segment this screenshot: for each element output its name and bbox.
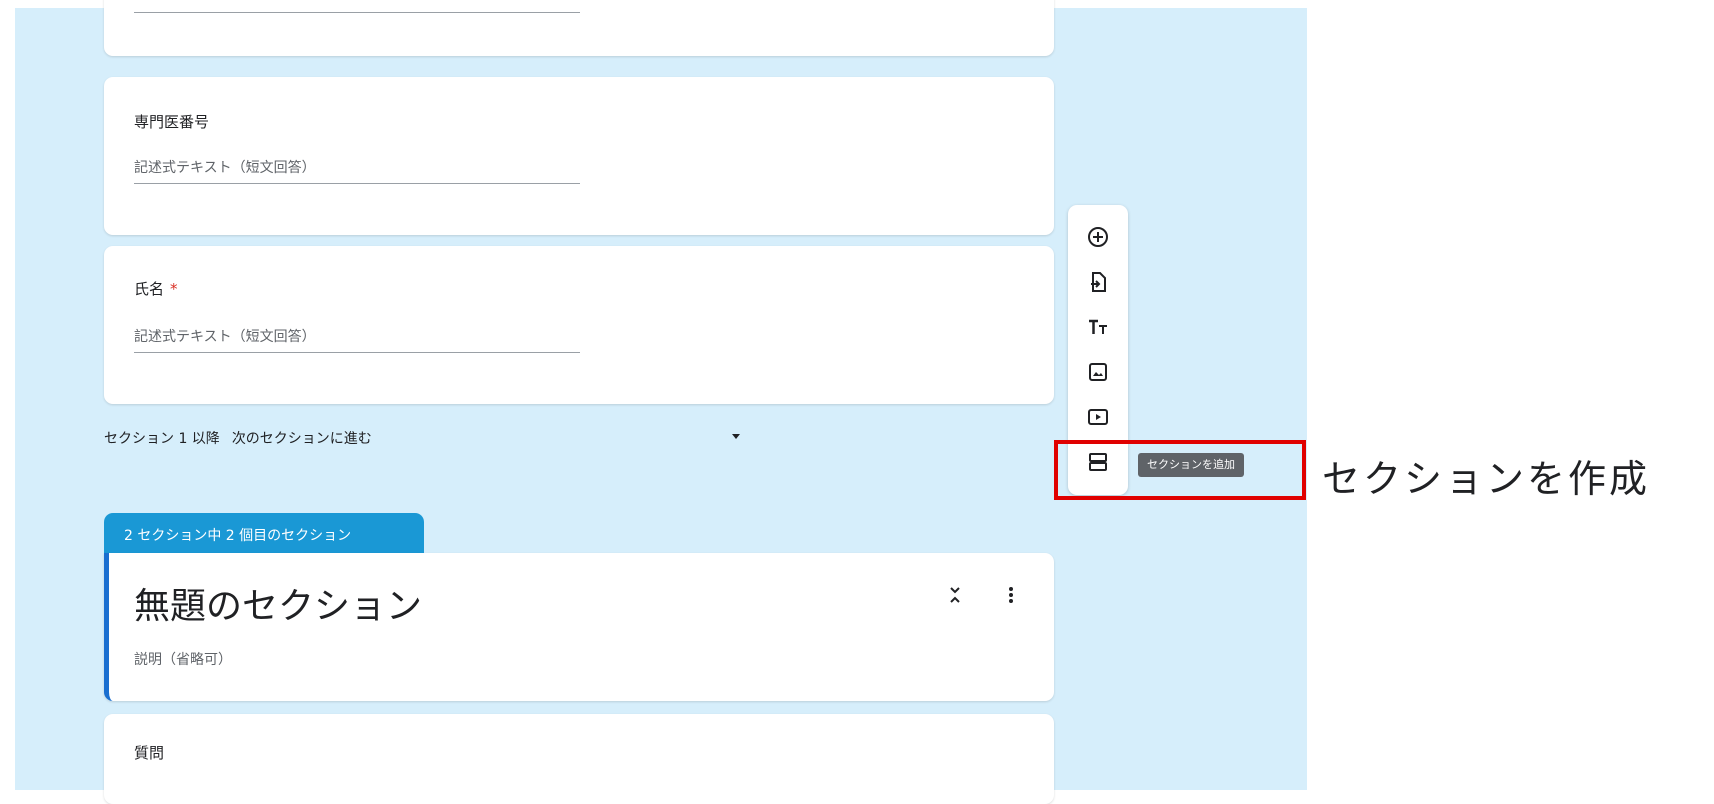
after-section-navigation[interactable]: セクション 1 以降 次のセクションに進む xyxy=(104,428,372,448)
add-title-button[interactable] xyxy=(1080,309,1116,345)
question-card-untitled[interactable]: 質問 xyxy=(104,714,1054,804)
add-video-button[interactable] xyxy=(1080,399,1116,435)
add-title-icon xyxy=(1089,319,1107,334)
collapse-section-icon[interactable] xyxy=(947,583,963,607)
after-section-label: セクション 1 以降 xyxy=(104,431,220,447)
add-image-icon xyxy=(1089,363,1107,381)
short-answer-field: 記述式テキスト（短文回答） xyxy=(134,326,580,353)
more-options-icon[interactable] xyxy=(1003,583,1019,607)
highlight-box xyxy=(1054,440,1306,500)
import-questions-icon xyxy=(1091,272,1106,292)
add-question-button[interactable] xyxy=(1080,219,1116,255)
question-title: 質問 xyxy=(134,744,165,762)
question-title: 専門医番号 xyxy=(134,113,210,131)
question-title: 氏名 * xyxy=(134,278,178,299)
section-title[interactable]: 無題のセクション xyxy=(134,577,422,629)
callout-label: セクションを作成 xyxy=(1322,457,1651,501)
add-video-icon xyxy=(1088,409,1108,425)
short-answer-field: 記述式テキスト（短文回答） xyxy=(134,157,580,184)
add-image-button[interactable] xyxy=(1080,354,1116,390)
question-card-previous[interactable] xyxy=(104,0,1054,56)
dropdown-caret-icon[interactable] xyxy=(732,434,740,439)
add-question-icon xyxy=(1088,227,1108,247)
required-asterisk: * xyxy=(170,280,178,298)
section-description[interactable]: 説明（省略可） xyxy=(134,649,232,669)
section-header-card[interactable]: 無題のセクション 説明（省略可） xyxy=(104,553,1054,701)
import-questions-button[interactable] xyxy=(1080,264,1116,300)
after-section-dropdown-value[interactable]: 次のセクションに進む xyxy=(232,431,372,447)
section-index-tab: 2 セクション中 2 個目のセクション xyxy=(104,513,424,555)
question-card-specialist-number[interactable]: 専門医番号 記述式テキスト（短文回答） xyxy=(104,77,1054,235)
answer-underline xyxy=(134,12,580,13)
question-title-text: 氏名 xyxy=(134,280,165,298)
question-card-name[interactable]: 氏名 * 記述式テキスト（短文回答） xyxy=(104,246,1054,404)
